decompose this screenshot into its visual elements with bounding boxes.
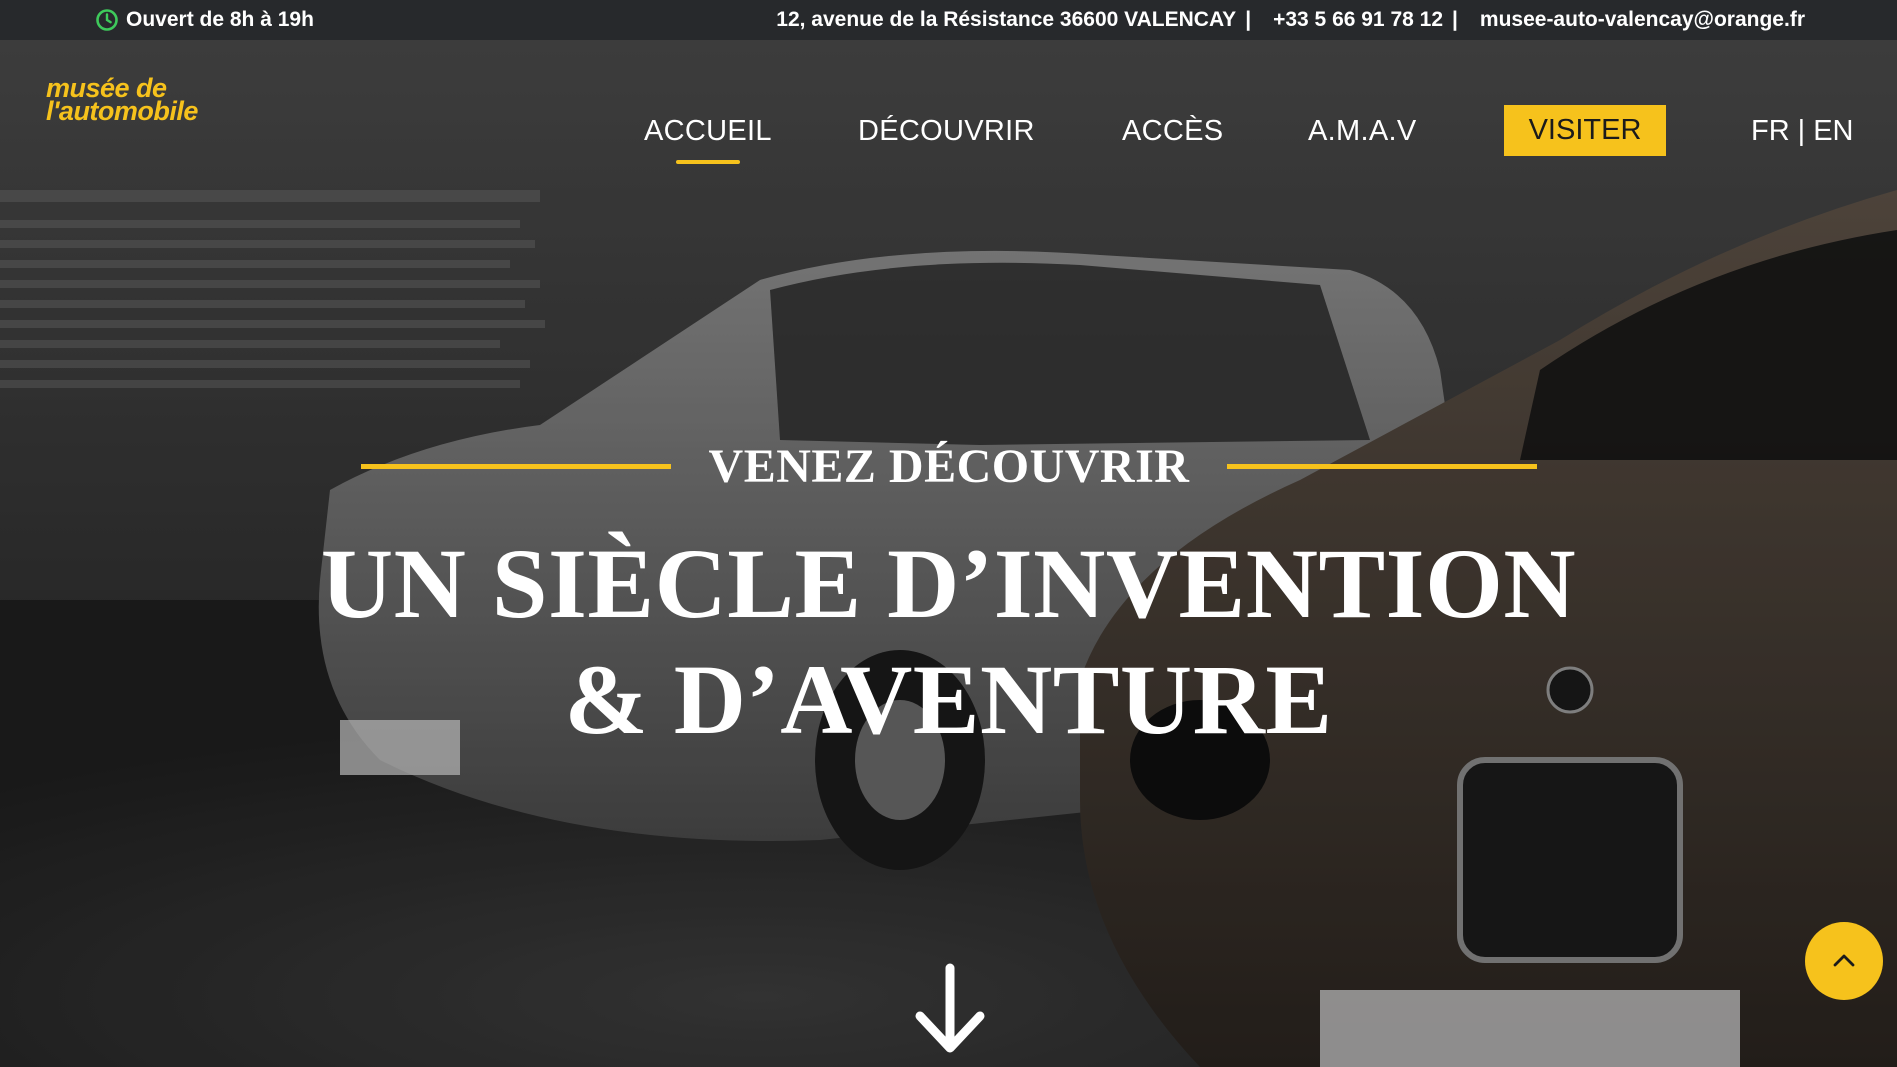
hero-title: UN SIÈCLE D’INVENTION & D’AVENTURE bbox=[0, 526, 1897, 758]
email-link[interactable]: musee-auto-valencay@orange.fr bbox=[1480, 8, 1805, 32]
back-to-top-button[interactable] bbox=[1805, 922, 1883, 1000]
nav-item-amav[interactable]: A.M.A.V bbox=[1308, 108, 1416, 154]
visit-button[interactable]: VISITER bbox=[1504, 105, 1666, 156]
top-info-bar: Ouvert de 8h à 19h 12, avenue de la Rési… bbox=[0, 0, 1897, 40]
chevron-up-icon bbox=[1833, 954, 1855, 967]
hero-title-line-2: & D’AVENTURE bbox=[564, 644, 1333, 755]
nav-item-acces[interactable]: ACCÈS bbox=[1122, 108, 1223, 154]
phone-link[interactable]: +33 5 66 91 78 12 bbox=[1273, 8, 1443, 32]
nav-item-accueil[interactable]: ACCUEIL bbox=[644, 108, 772, 164]
clock-icon bbox=[96, 9, 118, 31]
lang-separator: | bbox=[1797, 114, 1806, 147]
opening-hours: Ouvert de 8h à 19h bbox=[95, 0, 314, 40]
kicker-line-right bbox=[1227, 463, 1537, 469]
nav-item-decouvrir[interactable]: DÉCOUVRIR bbox=[858, 108, 1035, 154]
lang-en-link[interactable]: EN bbox=[1813, 115, 1853, 148]
hero-kicker-row: VENEZ DÉCOUVRIR bbox=[361, 436, 1537, 496]
arrow-down-icon[interactable] bbox=[910, 962, 990, 1058]
hero-kicker: VENEZ DÉCOUVRIR bbox=[708, 439, 1190, 493]
lang-fr-link[interactable]: FR bbox=[1751, 115, 1790, 148]
kicker-line-left bbox=[361, 463, 671, 469]
separator: | bbox=[1245, 8, 1252, 31]
language-switcher: FR | EN bbox=[1751, 108, 1854, 154]
address-text: 12, avenue de la Résistance 36600 VALENC… bbox=[776, 8, 1237, 31]
contact-info: 12, avenue de la Résistance 36600 VALENC… bbox=[776, 0, 1805, 40]
separator: | bbox=[1452, 8, 1458, 31]
hero-title-line-1: UN SIÈCLE D’INVENTION bbox=[320, 528, 1577, 639]
opening-hours-text: Ouvert de 8h à 19h bbox=[126, 8, 314, 31]
